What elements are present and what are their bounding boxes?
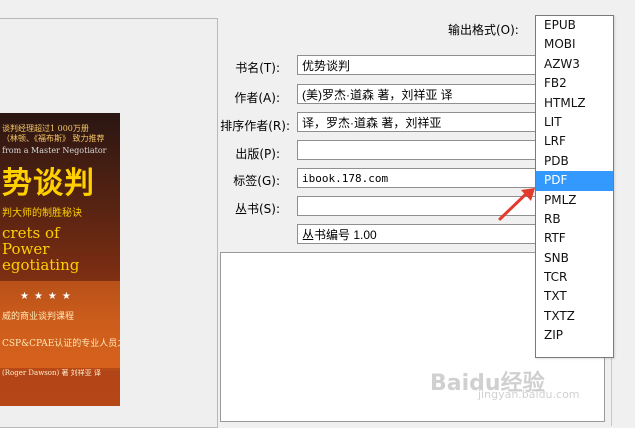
series-label: 丛书(S): [234, 202, 280, 216]
format-option-pdf[interactable]: PDF [536, 171, 613, 191]
format-option-mobi[interactable]: MOBI [536, 35, 613, 54]
output-format-dropdown[interactable]: EPUB MOBI AZW3 FB2 HTMLZ LIT LRF PDB PDF… [535, 15, 614, 358]
title-label: 书名(T): [235, 61, 280, 75]
format-option-lrf[interactable]: LRF [536, 132, 613, 151]
series-index-field[interactable] [297, 224, 555, 244]
author-label: 作者(A): [234, 91, 280, 105]
watermark-url: jingyan.baidu.com [478, 388, 580, 401]
author-field[interactable] [297, 84, 555, 104]
format-option-snb[interactable]: SNB [536, 249, 613, 268]
cover-cert-line: CSP&CPAE认证的专业人员之一 [2, 339, 120, 349]
series-field[interactable] [297, 196, 555, 216]
cover-course-line: 威的商业谈判课程 [2, 312, 75, 322]
format-option-rtf[interactable]: RTF [536, 229, 613, 248]
cover-text-2: （林顿、《福布斯》 致力推荐 [2, 134, 105, 143]
cover-author-line: (Roger Dawson) 著 刘祥亚 译 [2, 369, 101, 377]
cover-title: 势谈判 [2, 166, 95, 201]
sort-author-label: 排序作者(R): [220, 119, 290, 133]
publisher-field[interactable] [297, 140, 555, 160]
title-field[interactable] [297, 55, 555, 75]
sort-author-field[interactable] [297, 112, 555, 132]
cover-english-title: crets of Power egotiating [2, 225, 79, 273]
cover-subtitle: 判大师的制胜秘诀 [2, 208, 82, 219]
format-option-tcr[interactable]: TCR [536, 268, 613, 287]
format-option-azw3[interactable]: AZW3 [536, 55, 613, 74]
format-option-rb[interactable]: RB [536, 210, 613, 229]
format-option-txtz[interactable]: TXTZ [536, 307, 613, 326]
format-option-pdb[interactable]: PDB [536, 152, 613, 171]
cover-english-line-1: crets of [2, 224, 60, 242]
format-option-epub[interactable]: EPUB [536, 16, 613, 35]
cover-text-3: from a Master Negotiator [2, 146, 107, 155]
output-format-label: 输出格式(O): [448, 23, 519, 37]
publisher-label: 出版(P): [235, 147, 280, 161]
format-option-pmlz[interactable]: PMLZ [536, 191, 613, 210]
tags-label: 标签(G): [233, 174, 280, 188]
format-option-htmlz[interactable]: HTMLZ [536, 94, 613, 113]
format-option-fb2[interactable]: FB2 [536, 74, 613, 93]
cover-stars: ★★★★ [20, 291, 76, 302]
cover-english-line-3: egotiating [2, 256, 80, 274]
book-cover-image: 谈判经理超过1 000万册 （林顿、《福布斯》 致力推荐 from a Mast… [0, 113, 120, 406]
book-metadata-window: 谈判经理超过1 000万册 （林顿、《福布斯》 致力推荐 from a Mast… [0, 0, 635, 428]
format-option-lit[interactable]: LIT [536, 113, 613, 132]
format-option-zip[interactable]: ZIP [536, 326, 613, 345]
tags-field[interactable] [297, 168, 555, 188]
format-option-txt[interactable]: TXT [536, 287, 613, 306]
cover-english-line-2: Power [2, 240, 50, 258]
baidu-watermark: Baidu经验 jingyan.baidu.com [430, 365, 630, 405]
